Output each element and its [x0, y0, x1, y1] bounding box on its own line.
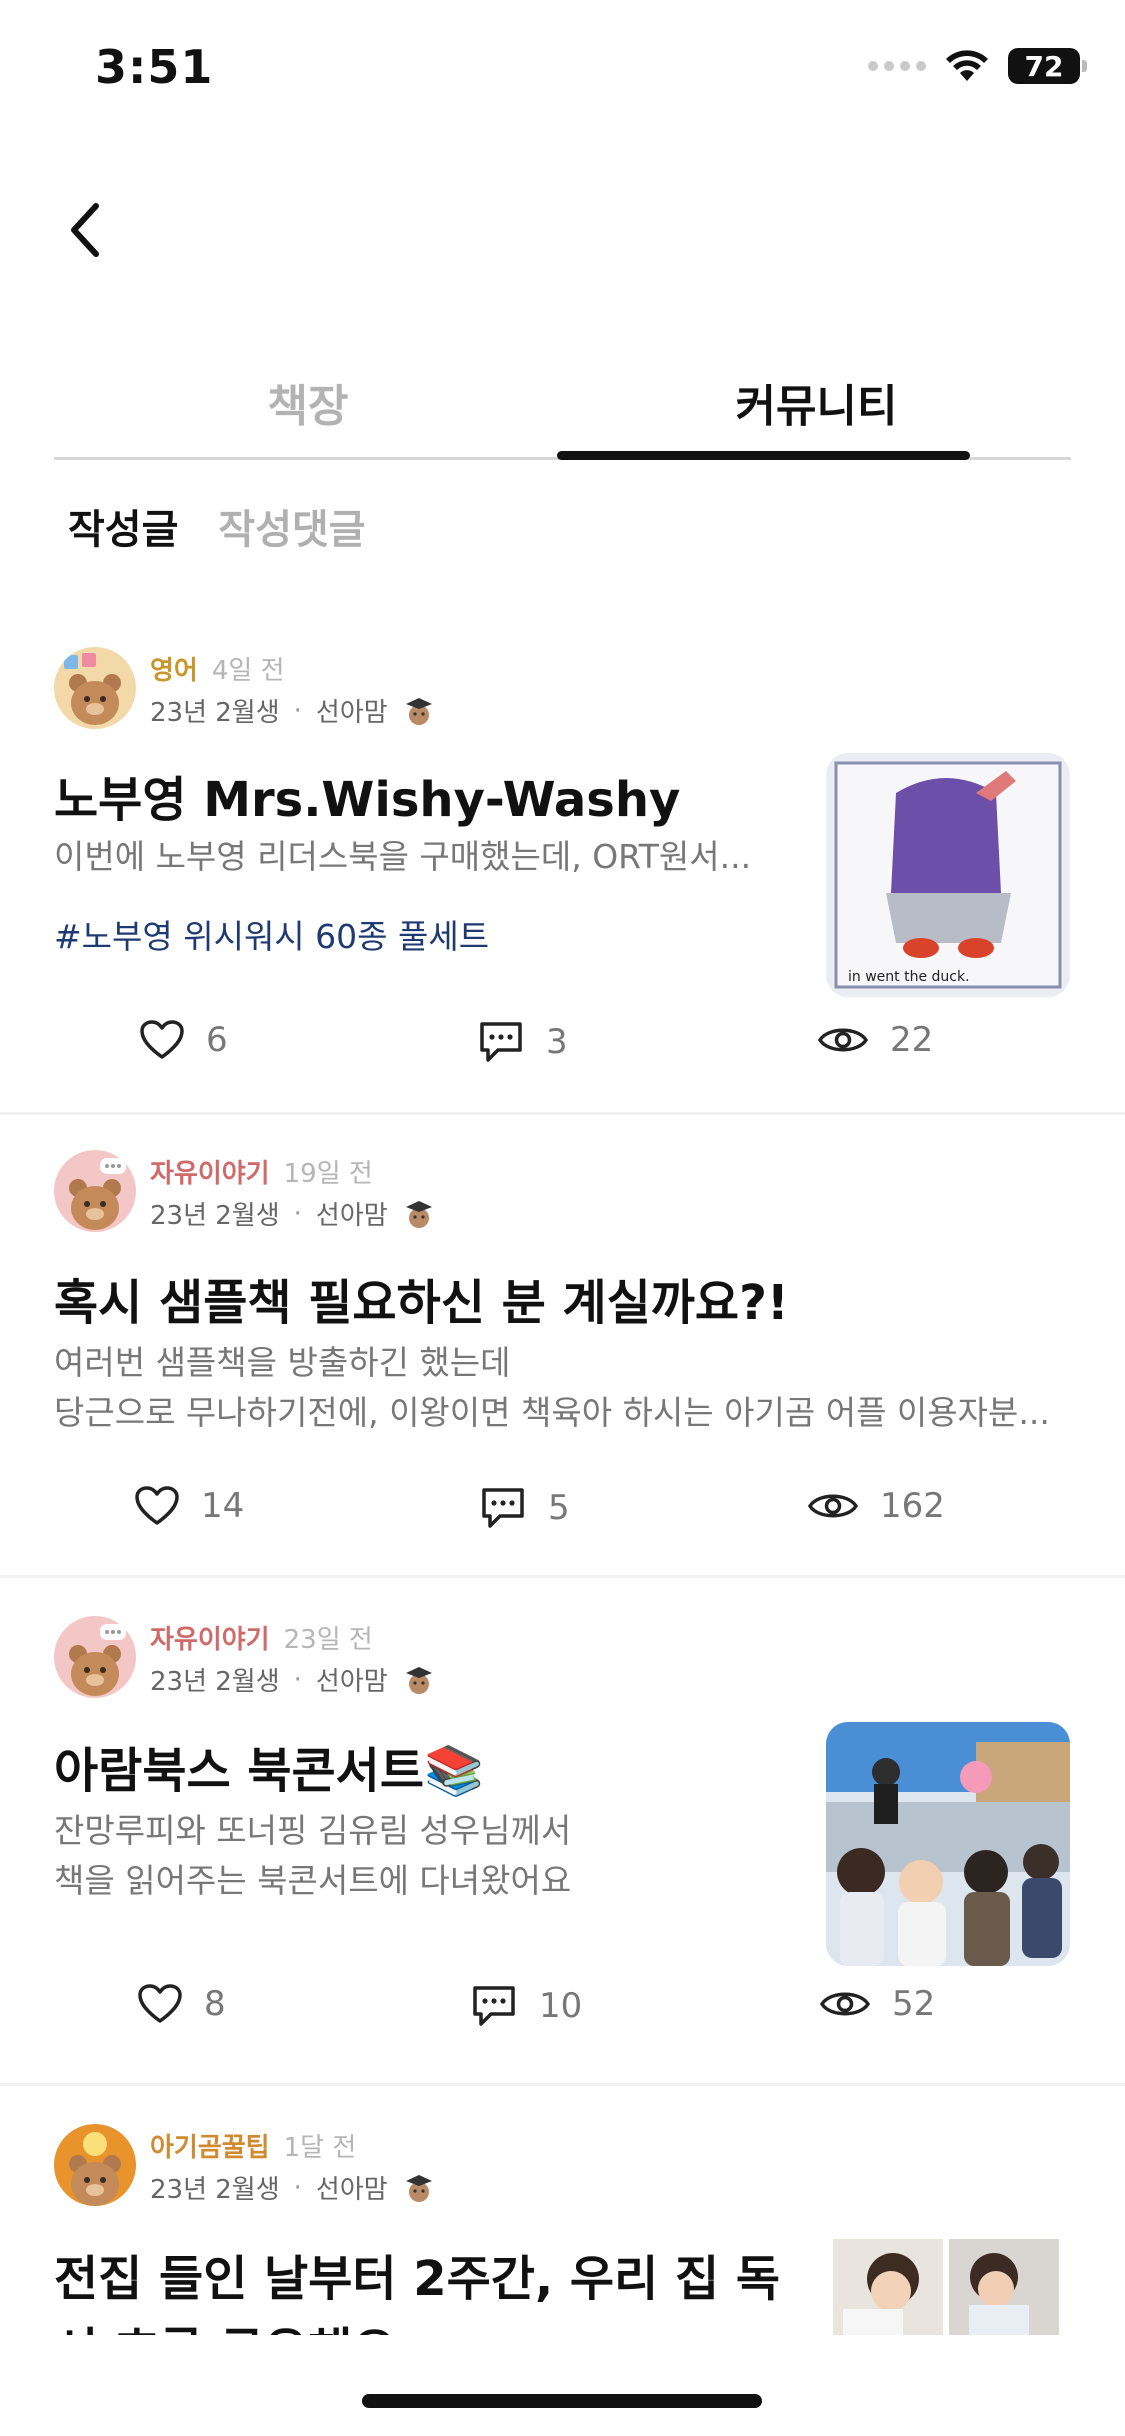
separator-dot: · — [293, 695, 302, 726]
post-tag[interactable]: #노부영 위시워시 60종 풀세트 — [54, 910, 489, 958]
view-count-stat: 52 — [820, 1984, 935, 2024]
wifi-icon — [944, 49, 990, 83]
post-thumbnail — [833, 2239, 943, 2335]
baby-birth: 23년 2월생 — [150, 1667, 280, 1697]
comment-button[interactable]: 10 — [471, 1984, 582, 2028]
comment-count: 3 — [546, 1022, 568, 1062]
eye-icon — [820, 1992, 870, 2016]
view-count: 162 — [880, 1486, 945, 1526]
author-meta: 23년 2월생 · 선아맘 — [150, 692, 436, 729]
avatar — [54, 1150, 136, 1232]
category-label: 영어 — [150, 656, 198, 686]
like-count: 6 — [206, 1020, 228, 1060]
like-count: 14 — [201, 1486, 245, 1526]
post-category: 자유이야기 23일 전 — [150, 1619, 373, 1656]
author-meta: 23년 2월생 · 선아맘 — [150, 2169, 436, 2206]
avatar — [54, 2124, 136, 2206]
post-thumbnail-2 — [949, 2239, 1059, 2335]
baby-birth: 23년 2월생 — [150, 698, 280, 728]
heart-icon — [140, 1020, 184, 1059]
like-button[interactable]: 6 — [140, 1020, 228, 1060]
view-count: 22 — [890, 1020, 934, 1060]
main-tabs: 책장 커뮤니티 — [54, 360, 1071, 460]
author-meta: 23년 2월생 · 선아맘 — [150, 1661, 436, 1698]
post-body-line-1: 여러번 샘플책을 방출하긴 했는데 — [54, 1343, 511, 1382]
like-button[interactable]: 14 — [135, 1486, 244, 1526]
graduate-bear-icon — [402, 1199, 436, 1229]
separator-dot: · — [293, 2172, 302, 2203]
baby-birth: 23년 2월생 — [150, 2175, 280, 2205]
eye-icon — [808, 1494, 858, 1518]
heart-icon — [138, 1984, 182, 2023]
author-name: 선아맘 — [315, 698, 388, 728]
post-category: 아기곰꿀팁 1달 전 — [150, 2127, 356, 2164]
back-button[interactable] — [55, 195, 115, 265]
thumb-caption: in went the duck. — [848, 969, 970, 985]
post-category: 영어 4일 전 — [150, 650, 285, 687]
sub-tabs: 작성글 작성댓글 — [68, 497, 366, 555]
like-button[interactable]: 8 — [138, 1984, 226, 2024]
comment-icon — [482, 1488, 524, 1528]
eye-icon — [818, 1028, 868, 1052]
category-label: 자유이야기 — [150, 1159, 270, 1189]
battery-icon: 72 — [1008, 48, 1087, 84]
post-body-line-1: 잔망루피와 또너핑 김유림 성우님께서 — [54, 1811, 572, 1850]
graduate-bear-icon — [402, 2173, 436, 2203]
post-category: 자유이야기 19일 전 — [150, 1153, 373, 1190]
post-item[interactable]: 아기곰꿀팁 1달 전 23년 2월생 · 선아맘 전집 들인 날부터 2주간, 우… — [0, 2089, 1125, 2335]
post-title: 노부영 Mrs.Wishy-Washy — [54, 772, 681, 828]
home-indicator — [362, 2394, 762, 2408]
separator-dot: · — [293, 1198, 302, 1229]
cellular-signal-icon — [868, 61, 926, 71]
author-name: 선아맘 — [315, 2175, 388, 2205]
post-item[interactable]: 자유이야기 19일 전 23년 2월생 · 선아맘 혹시 샘플책 필요하신 분 계… — [0, 1118, 1125, 1578]
comment-icon — [473, 1986, 515, 2026]
status-icons: 72 — [868, 48, 1087, 84]
post-title-line-2: 서 흐름 공유해요 — [54, 2311, 397, 2335]
post-thumbnail: in went the duck. — [826, 753, 1070, 997]
avatar — [54, 647, 136, 729]
post-title: 전집 들인 날부터 2주간, 우리 집 독 — [54, 2251, 780, 2307]
view-count-stat: 22 — [818, 1020, 933, 1060]
post-time: 23일 전 — [283, 1625, 373, 1655]
post-item[interactable]: 영어 4일 전 23년 2월생 · 선아맘 노부영 Mrs.Wishy-Washy… — [0, 620, 1125, 1115]
post-thumbnail — [826, 1722, 1070, 1966]
post-time: 19일 전 — [283, 1159, 373, 1189]
post-title: 혹시 샘플책 필요하신 분 계실까요?! — [54, 1275, 789, 1331]
subtab-my-comments[interactable]: 작성댓글 — [218, 497, 365, 555]
author-meta: 23년 2월생 · 선아맘 — [150, 1195, 436, 1232]
status-bar: 3:51 72 — [0, 0, 1125, 140]
post-time: 1달 전 — [283, 2133, 357, 2163]
category-label: 아기곰꿀팁 — [150, 2133, 270, 2163]
tab-community[interactable]: 커뮤니티 — [562, 370, 1071, 434]
post-title: 아람북스 북콘서트📚 — [54, 1743, 484, 1799]
like-count: 8 — [204, 1984, 226, 2024]
view-count: 52 — [892, 1984, 936, 2024]
post-item[interactable]: 자유이야기 23일 전 23년 2월생 · 선아맘 아람북스 북콘서트📚 잔망루피… — [0, 1581, 1125, 2086]
post-time: 4일 전 — [211, 656, 285, 686]
graduate-bear-icon — [402, 1665, 436, 1695]
baby-birth: 23년 2월생 — [150, 1201, 280, 1231]
view-count-stat: 162 — [808, 1486, 945, 1526]
comment-button[interactable]: 3 — [478, 1020, 568, 1064]
comment-icon — [480, 1022, 522, 1062]
comment-button[interactable]: 5 — [480, 1486, 570, 1530]
avatar — [54, 1616, 136, 1698]
post-body: 이번에 노부영 리더스북을 구매했는데, ORT원서... — [54, 837, 752, 876]
chevron-left-icon — [71, 203, 99, 257]
tab-bookshelf[interactable]: 책장 — [54, 370, 562, 434]
category-label: 자유이야기 — [150, 1625, 270, 1655]
author-name: 선아맘 — [315, 1667, 388, 1697]
graduate-bear-icon — [402, 696, 436, 726]
comment-count: 10 — [539, 1986, 583, 2026]
author-name: 선아맘 — [315, 1201, 388, 1231]
post-body-line-2: 당근으로 무나하기전에, 이왕이면 책육아 하시는 아기곰 어플 이용자분... — [54, 1393, 1050, 1432]
post-body-line-2: 책을 읽어주는 북콘서트에 다녀왔어요 — [54, 1861, 572, 1900]
heart-icon — [135, 1486, 179, 1525]
active-tab-indicator — [557, 451, 970, 460]
separator-dot: · — [293, 1664, 302, 1695]
status-time: 3:51 — [95, 40, 214, 94]
comment-count: 5 — [548, 1488, 570, 1528]
subtab-my-posts[interactable]: 작성글 — [68, 497, 178, 555]
